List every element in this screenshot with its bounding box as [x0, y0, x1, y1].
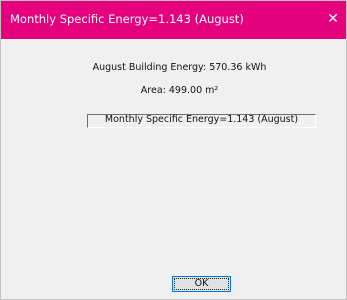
result-text: Monthly Specific Energy=1.143 (August): [104, 114, 299, 125]
ok-button[interactable]: OK: [172, 276, 231, 292]
close-icon[interactable]: ✕: [322, 5, 344, 33]
result-field: Monthly Specific Energy=1.143 (August): [87, 114, 316, 128]
area-label: Area: 499.00 m²: [140, 85, 219, 96]
dialog-window: Monthly Specific Energy=1.143 (August) ✕…: [0, 0, 347, 300]
ok-button-label: OK: [194, 278, 209, 289]
building-energy-label: August Building Energy: 570.36 kWh: [92, 62, 267, 73]
window-title: Monthly Specific Energy=1.143 (August): [10, 12, 244, 26]
title-bar[interactable]: Monthly Specific Energy=1.143 (August) ✕: [1, 1, 346, 39]
